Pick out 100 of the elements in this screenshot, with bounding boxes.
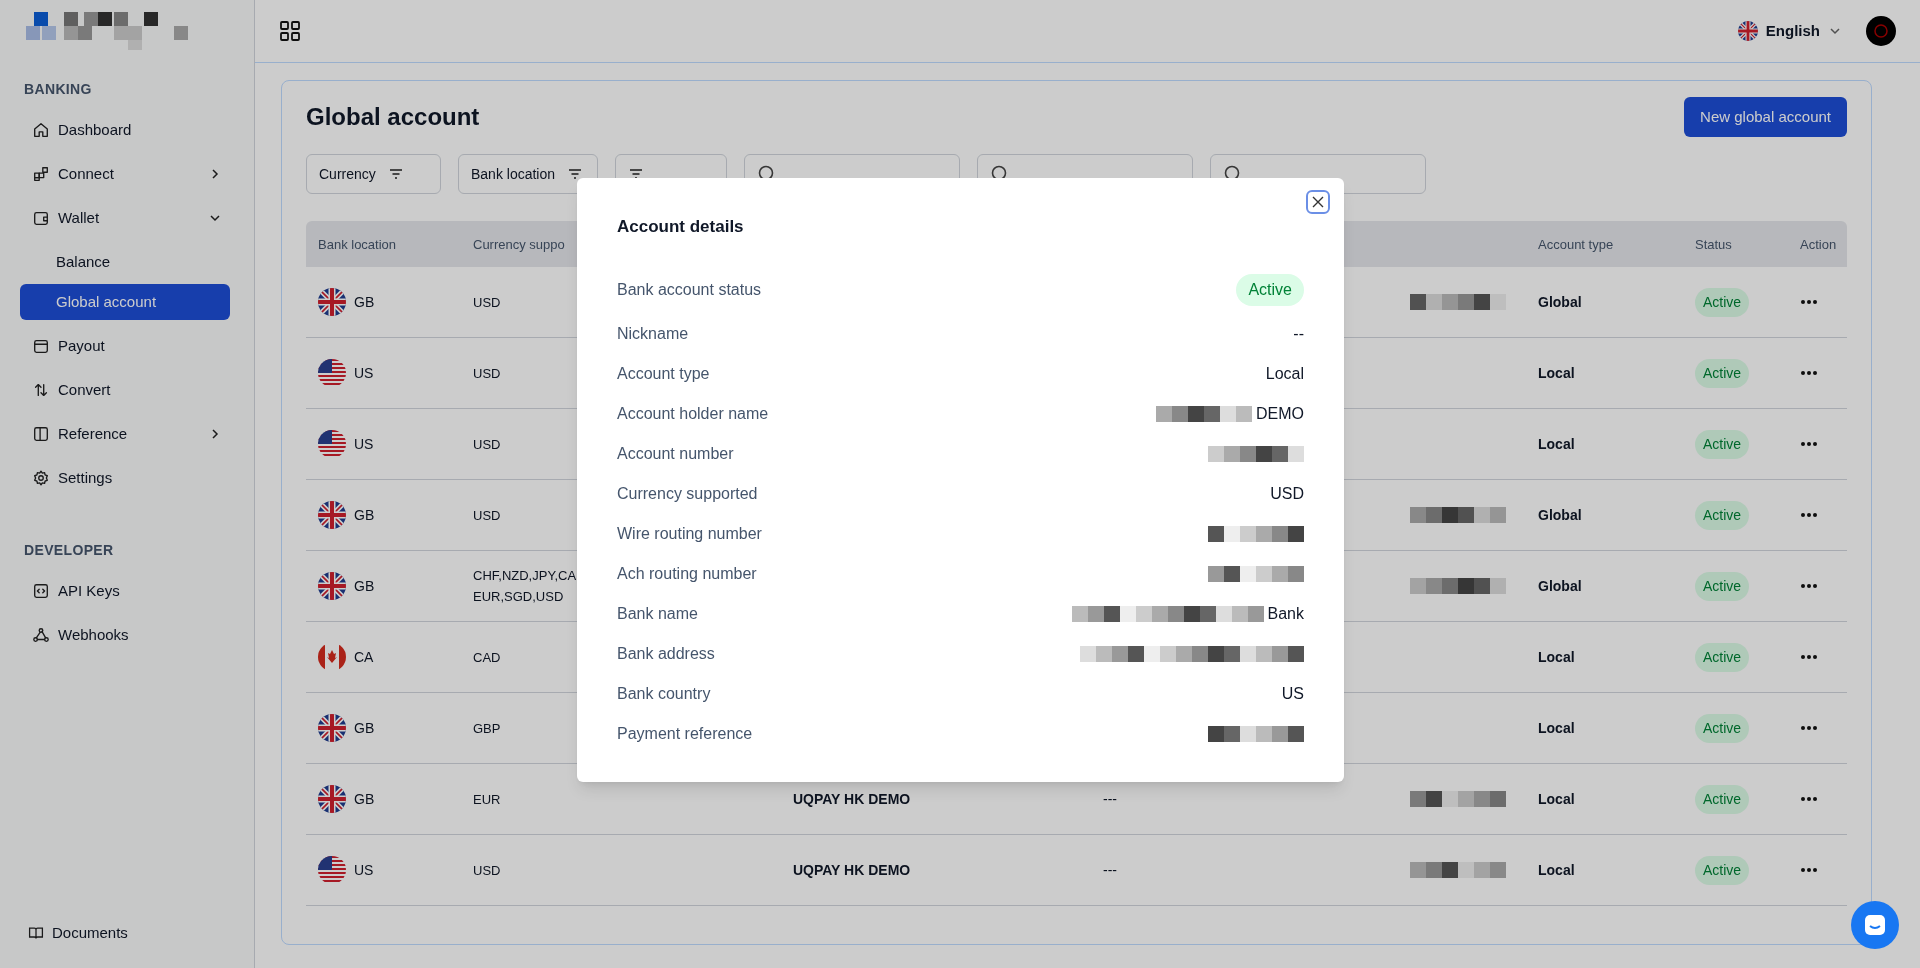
flag-icon xyxy=(1737,21,1758,41)
more-icon[interactable] xyxy=(1800,441,1818,447)
sidebar-item[interactable]: Webhooks xyxy=(24,613,230,657)
table-cell: UQPAY HK DEMO xyxy=(793,790,911,807)
flag-icon xyxy=(318,856,346,884)
table-cell: Local xyxy=(1538,790,1575,807)
sidebar-item[interactable]: Global account xyxy=(20,284,230,320)
sidebar-item[interactable]: Balance xyxy=(20,244,230,280)
field-value: DEMO xyxy=(1256,403,1304,424)
status-badge: Active xyxy=(1695,642,1750,672)
status-badge: Active xyxy=(1236,273,1304,306)
field-label: Bank address xyxy=(617,643,715,664)
field-value: -- xyxy=(1293,323,1304,344)
close-icon xyxy=(1312,196,1324,208)
field-label: Account holder name xyxy=(617,403,769,424)
field-label: Account type xyxy=(617,363,710,384)
column-header: Action xyxy=(1800,236,1837,252)
status-badge: Active xyxy=(1695,358,1750,388)
more-icon[interactable] xyxy=(1800,583,1818,589)
more-icon[interactable] xyxy=(1800,370,1818,376)
table-cell: CAD xyxy=(473,649,501,665)
field-label: Ach routing number xyxy=(617,563,757,584)
sidebar-item[interactable]: API Keys xyxy=(24,569,230,613)
more-icon[interactable] xyxy=(1800,654,1818,660)
avatar[interactable] xyxy=(1866,16,1896,46)
more-icon[interactable] xyxy=(1800,512,1818,518)
status-badge: Active xyxy=(1695,571,1750,601)
table-cell: --- xyxy=(1103,790,1117,807)
status-badge: Active xyxy=(1695,500,1750,530)
sidebar-item[interactable]: Reference xyxy=(24,412,230,456)
more-icon[interactable] xyxy=(1800,867,1818,873)
table-cell: Local xyxy=(1538,648,1575,665)
table-cell: UQPAY HK DEMO xyxy=(793,861,911,878)
field-label: Currency supported xyxy=(617,483,758,504)
sidebar-item[interactable]: Payout xyxy=(24,324,230,368)
new-account-button[interactable]: New global account xyxy=(1684,97,1847,137)
column-header: Account type xyxy=(1538,236,1614,252)
table-cell-text: CA xyxy=(354,647,374,667)
language-selector[interactable]: English xyxy=(1737,19,1842,43)
field-label: Wire routing number xyxy=(617,523,762,544)
flag-icon xyxy=(318,288,346,316)
table-cell: Global xyxy=(1538,293,1582,310)
flag-icon xyxy=(318,572,346,600)
table-cell: USD xyxy=(473,862,501,878)
apps-grid-icon[interactable] xyxy=(279,20,301,42)
dialog-title: Account details xyxy=(617,216,744,238)
flag-icon xyxy=(318,714,346,742)
sidebar-item[interactable]: Connect xyxy=(24,152,230,196)
field-value: US xyxy=(1281,683,1304,704)
section-heading: DEVELOPER xyxy=(24,541,115,560)
table-cell: USD xyxy=(473,507,501,523)
table-cell: GBP xyxy=(473,720,501,736)
table-cell: EUR xyxy=(473,791,501,807)
table-cell-text: GB xyxy=(354,718,375,738)
table-cell: USD xyxy=(473,365,501,381)
more-icon[interactable] xyxy=(1800,299,1818,305)
table-cell-text: GB xyxy=(354,292,375,312)
table-cell-text: US xyxy=(354,363,374,383)
sidebar-item[interactable]: Wallet xyxy=(24,196,230,240)
table-cell-text: US xyxy=(354,434,374,454)
flag-icon xyxy=(318,430,346,458)
status-badge: Active xyxy=(1695,429,1750,459)
more-icon[interactable] xyxy=(1800,796,1818,802)
flag-icon xyxy=(318,359,346,387)
field-label: Account number xyxy=(617,443,734,464)
column-header: Currency suppo xyxy=(473,236,565,252)
table-cell: Local xyxy=(1538,435,1575,452)
field-value: USD xyxy=(1270,483,1304,504)
documents-link[interactable]: Documents xyxy=(28,921,226,944)
home-icon xyxy=(32,121,50,139)
more-icon[interactable] xyxy=(1800,725,1818,731)
code-icon xyxy=(32,582,50,600)
wallet-icon xyxy=(32,209,50,227)
sidebar-item[interactable]: Settings xyxy=(24,456,230,500)
field-label: Bank account status xyxy=(617,279,762,300)
close-button[interactable] xyxy=(1306,190,1330,214)
wallet-icon xyxy=(32,337,50,355)
table-cell-text: US xyxy=(354,860,374,880)
table-cell-text: GB xyxy=(354,505,375,525)
filter-button[interactable]: Currency xyxy=(306,154,441,194)
table-cell: --- xyxy=(1103,861,1117,878)
sidebar-item[interactable]: Convert xyxy=(24,368,230,412)
table-cell: USD xyxy=(473,436,501,452)
table-cell: USD xyxy=(473,294,501,310)
table-cell-text: GB xyxy=(354,576,375,596)
field-label: Bank name xyxy=(617,603,698,624)
status-badge: Active xyxy=(1695,287,1750,317)
page-title: Global account xyxy=(306,102,480,132)
section-heading: BANKING xyxy=(24,80,93,99)
blocks-icon xyxy=(32,165,50,183)
column-header: Bank location xyxy=(318,236,397,252)
sidebar-item[interactable]: Dashboard xyxy=(24,108,230,152)
filter-icon xyxy=(567,166,584,182)
field-value: Bank xyxy=(1267,603,1304,624)
webhook-icon xyxy=(32,626,50,644)
table-cell: Local xyxy=(1538,861,1575,878)
book-icon xyxy=(32,425,50,443)
filter-icon xyxy=(387,166,404,182)
status-badge: Active xyxy=(1695,713,1750,743)
chat-button[interactable] xyxy=(1851,901,1899,949)
